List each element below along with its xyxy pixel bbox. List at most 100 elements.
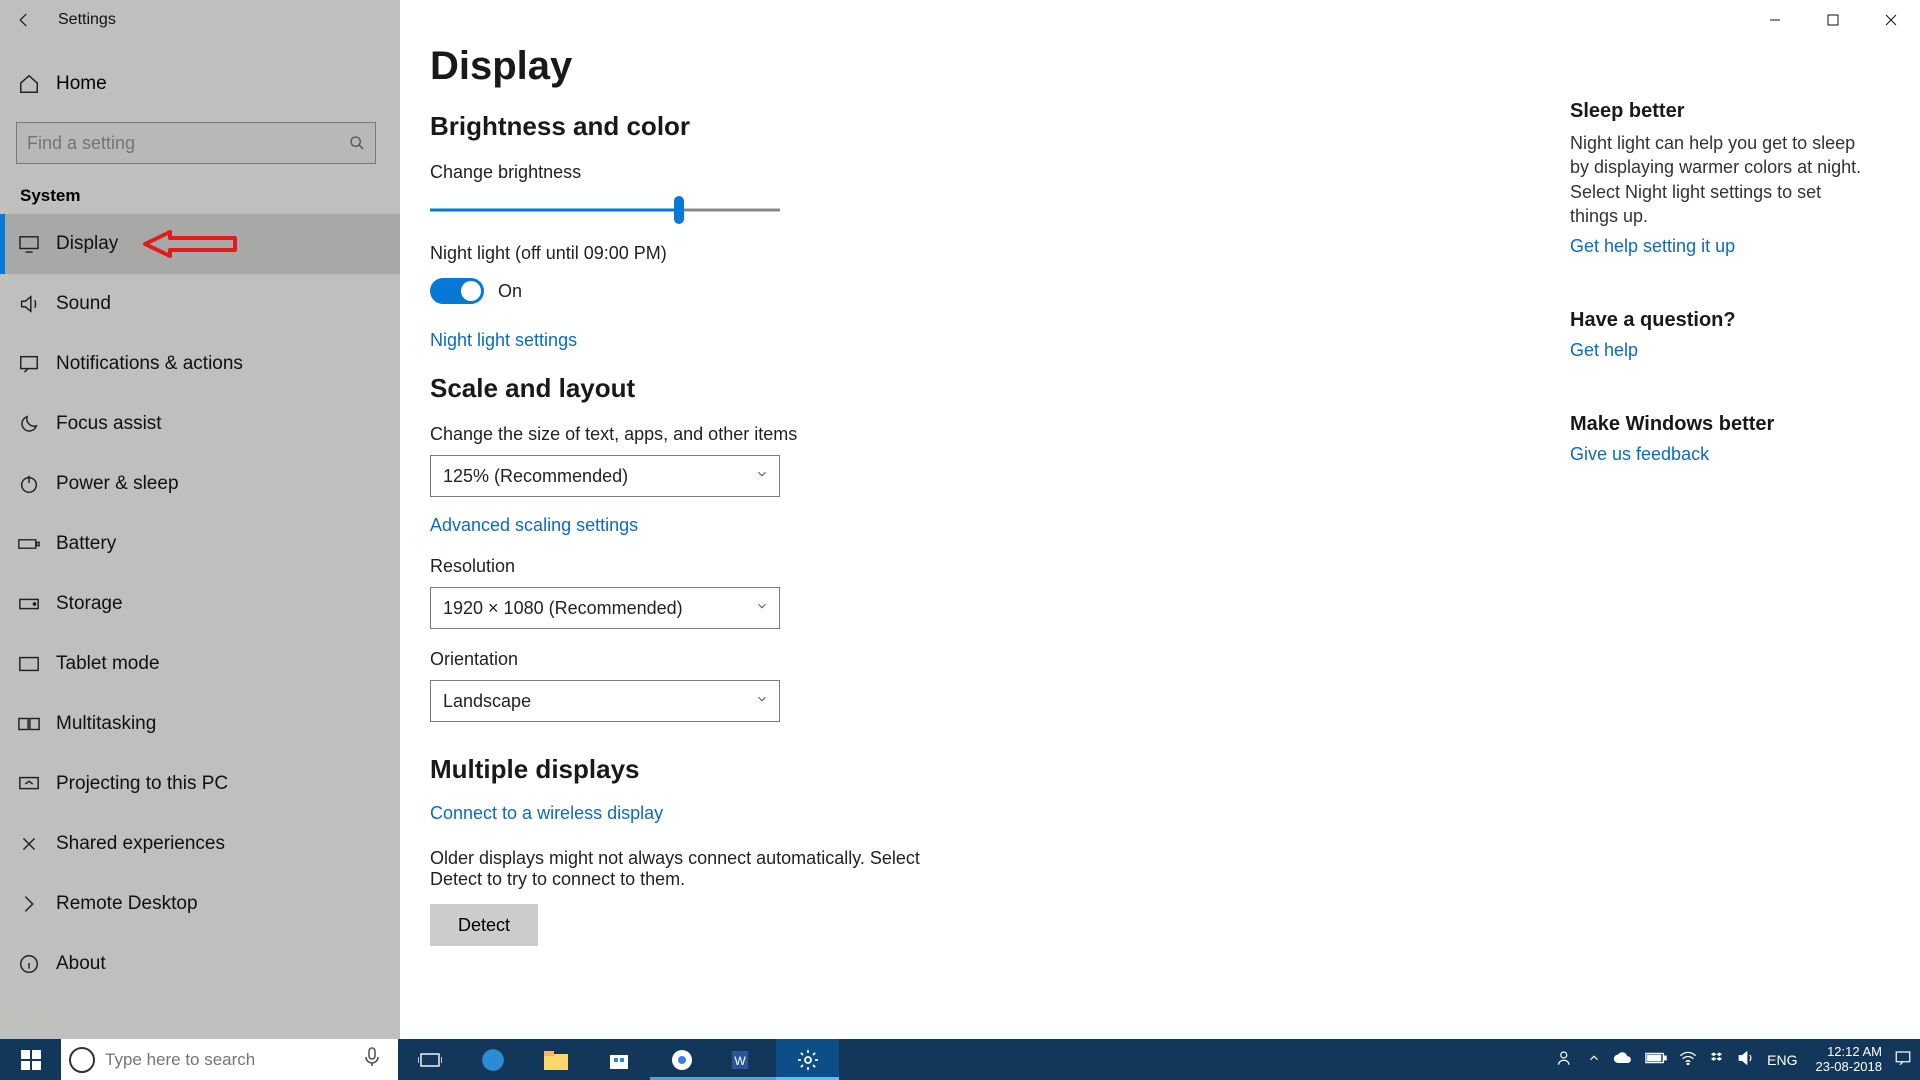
tray-action-center-icon[interactable] [1894,1049,1912,1070]
sidebar-item-label: Tablet mode [56,653,160,675]
sidebar-item-label: Battery [56,533,116,555]
storage-icon [18,593,40,615]
cortana-icon [69,1047,95,1073]
taskbar-app-settings[interactable] [776,1039,839,1080]
share-icon [18,833,40,855]
nightlight-toggle[interactable] [430,278,484,304]
task-view-button[interactable] [398,1039,461,1080]
orientation-value: Landscape [443,691,531,712]
monitor-icon [18,233,40,255]
info-icon [18,953,40,975]
sidebar-item-focus-assist[interactable]: Focus assist [0,394,400,454]
sidebar-item-display[interactable]: Display [0,214,400,274]
sidebar-item-tablet-mode[interactable]: Tablet mode [0,634,400,694]
sidebar-item-sound[interactable]: Sound [0,274,400,334]
taskbar-app-edge[interactable] [461,1039,524,1080]
sidebar-item-label: Focus assist [56,413,162,435]
taskbar-search-input[interactable] [105,1050,354,1070]
detect-button[interactable]: Detect [430,904,538,946]
multitasking-icon [18,713,40,735]
sidebar: Home System Display Sound Notifications … [0,0,400,1039]
sidebar-item-notifications[interactable]: Notifications & actions [0,334,400,394]
sidebar-item-shared-experiences[interactable]: Shared experiences [0,814,400,874]
sound-icon [18,293,40,315]
wireless-display-link[interactable]: Connect to a wireless display [430,803,663,824]
orientation-dropdown[interactable]: Landscape [430,680,780,722]
advanced-scaling-link[interactable]: Advanced scaling settings [430,515,638,536]
mic-icon[interactable] [364,1047,390,1072]
nightlight-state: On [498,281,522,302]
tray-clock[interactable]: 12:12 AM 23-08-2018 [1816,1045,1883,1074]
sidebar-item-label: Projecting to this PC [56,773,228,795]
help-link-gethelp[interactable]: Get help [1570,340,1638,361]
tray-chevron-up-icon[interactable] [1587,1051,1601,1068]
sidebar-item-battery[interactable]: Battery [0,514,400,574]
sidebar-item-storage[interactable]: Storage [0,574,400,634]
search-icon [339,135,375,151]
tablet-icon [18,653,40,675]
home-icon [18,73,40,95]
nightlight-settings-link[interactable]: Night light settings [430,330,577,351]
sidebar-item-label: Power & sleep [56,473,179,495]
settings-search-input[interactable] [17,133,339,154]
resolution-dropdown[interactable]: 1920 × 1080 (Recommended) [430,587,780,629]
detect-text: Older displays might not always connect … [430,848,950,890]
tray-wifi-icon[interactable] [1679,1051,1697,1068]
back-button[interactable] [0,0,48,40]
tray-time: 12:12 AM [1816,1045,1883,1059]
sidebar-item-about[interactable]: About [0,934,400,994]
battery-icon [18,533,40,555]
sidebar-item-remote-desktop[interactable]: Remote Desktop [0,874,400,934]
resolution-value: 1920 × 1080 (Recommended) [443,598,683,619]
section-multidisplay: Multiple displays [430,754,1920,785]
sidebar-item-label: Display [56,233,118,255]
tray-people-icon[interactable] [1557,1049,1575,1070]
sidebar-item-label: Storage [56,593,123,615]
tray-battery-icon[interactable] [1645,1052,1667,1067]
remote-icon [18,893,40,915]
orientation-label: Orientation [430,649,1920,670]
system-tray: ENG 12:12 AM 23-08-2018 [1549,1039,1920,1080]
taskbar-search[interactable] [61,1039,398,1080]
annotation-arrow-icon [140,224,240,264]
svg-text:W: W [734,1054,746,1068]
start-button[interactable] [0,1039,61,1080]
taskbar-app-explorer[interactable] [524,1039,587,1080]
sidebar-item-multitasking[interactable]: Multitasking [0,694,400,754]
moon-icon [18,413,40,435]
chevron-down-icon [755,599,769,618]
taskbar-app-store[interactable] [587,1039,650,1080]
tray-language[interactable]: ENG [1767,1052,1797,1068]
help-sidebar: Sleep better Night light can help you ge… [1570,100,1870,517]
help-text: Night light can help you get to sleep by… [1570,131,1870,228]
taskbar: W ENG 12:12 AM 23-08-2018 [0,1039,1920,1080]
taskbar-app-chrome[interactable] [650,1039,713,1080]
scale-value: 125% (Recommended) [443,466,628,487]
chevron-down-icon [755,467,769,486]
help-link-setup[interactable]: Get help setting it up [1570,236,1735,257]
page-title: Display [430,44,1920,89]
resolution-label: Resolution [430,556,1920,577]
settings-search[interactable] [16,122,376,164]
brightness-slider[interactable] [430,197,780,223]
sidebar-item-label: Sound [56,293,111,315]
sidebar-item-projecting[interactable]: Projecting to this PC [0,754,400,814]
scale-dropdown[interactable]: 125% (Recommended) [430,455,780,497]
help-heading: Sleep better [1570,100,1870,123]
taskbar-app-word[interactable]: W [713,1039,776,1080]
tray-onedrive-icon[interactable] [1613,1051,1633,1068]
tray-volume-icon[interactable] [1737,1050,1755,1069]
help-heading: Make Windows better [1570,413,1870,436]
help-link-feedback[interactable]: Give us feedback [1570,444,1709,465]
notifications-icon [18,353,40,375]
tray-dropbox-icon[interactable] [1709,1050,1725,1069]
sidebar-home-label: Home [56,73,107,95]
chevron-down-icon [755,692,769,711]
window-title: Settings [58,11,116,29]
project-icon [18,773,40,795]
sidebar-item-power-sleep[interactable]: Power & sleep [0,454,400,514]
power-icon [18,473,40,495]
sidebar-item-label: Multitasking [56,713,156,735]
sidebar-home[interactable]: Home [0,58,400,110]
sidebar-item-label: Notifications & actions [56,353,243,375]
